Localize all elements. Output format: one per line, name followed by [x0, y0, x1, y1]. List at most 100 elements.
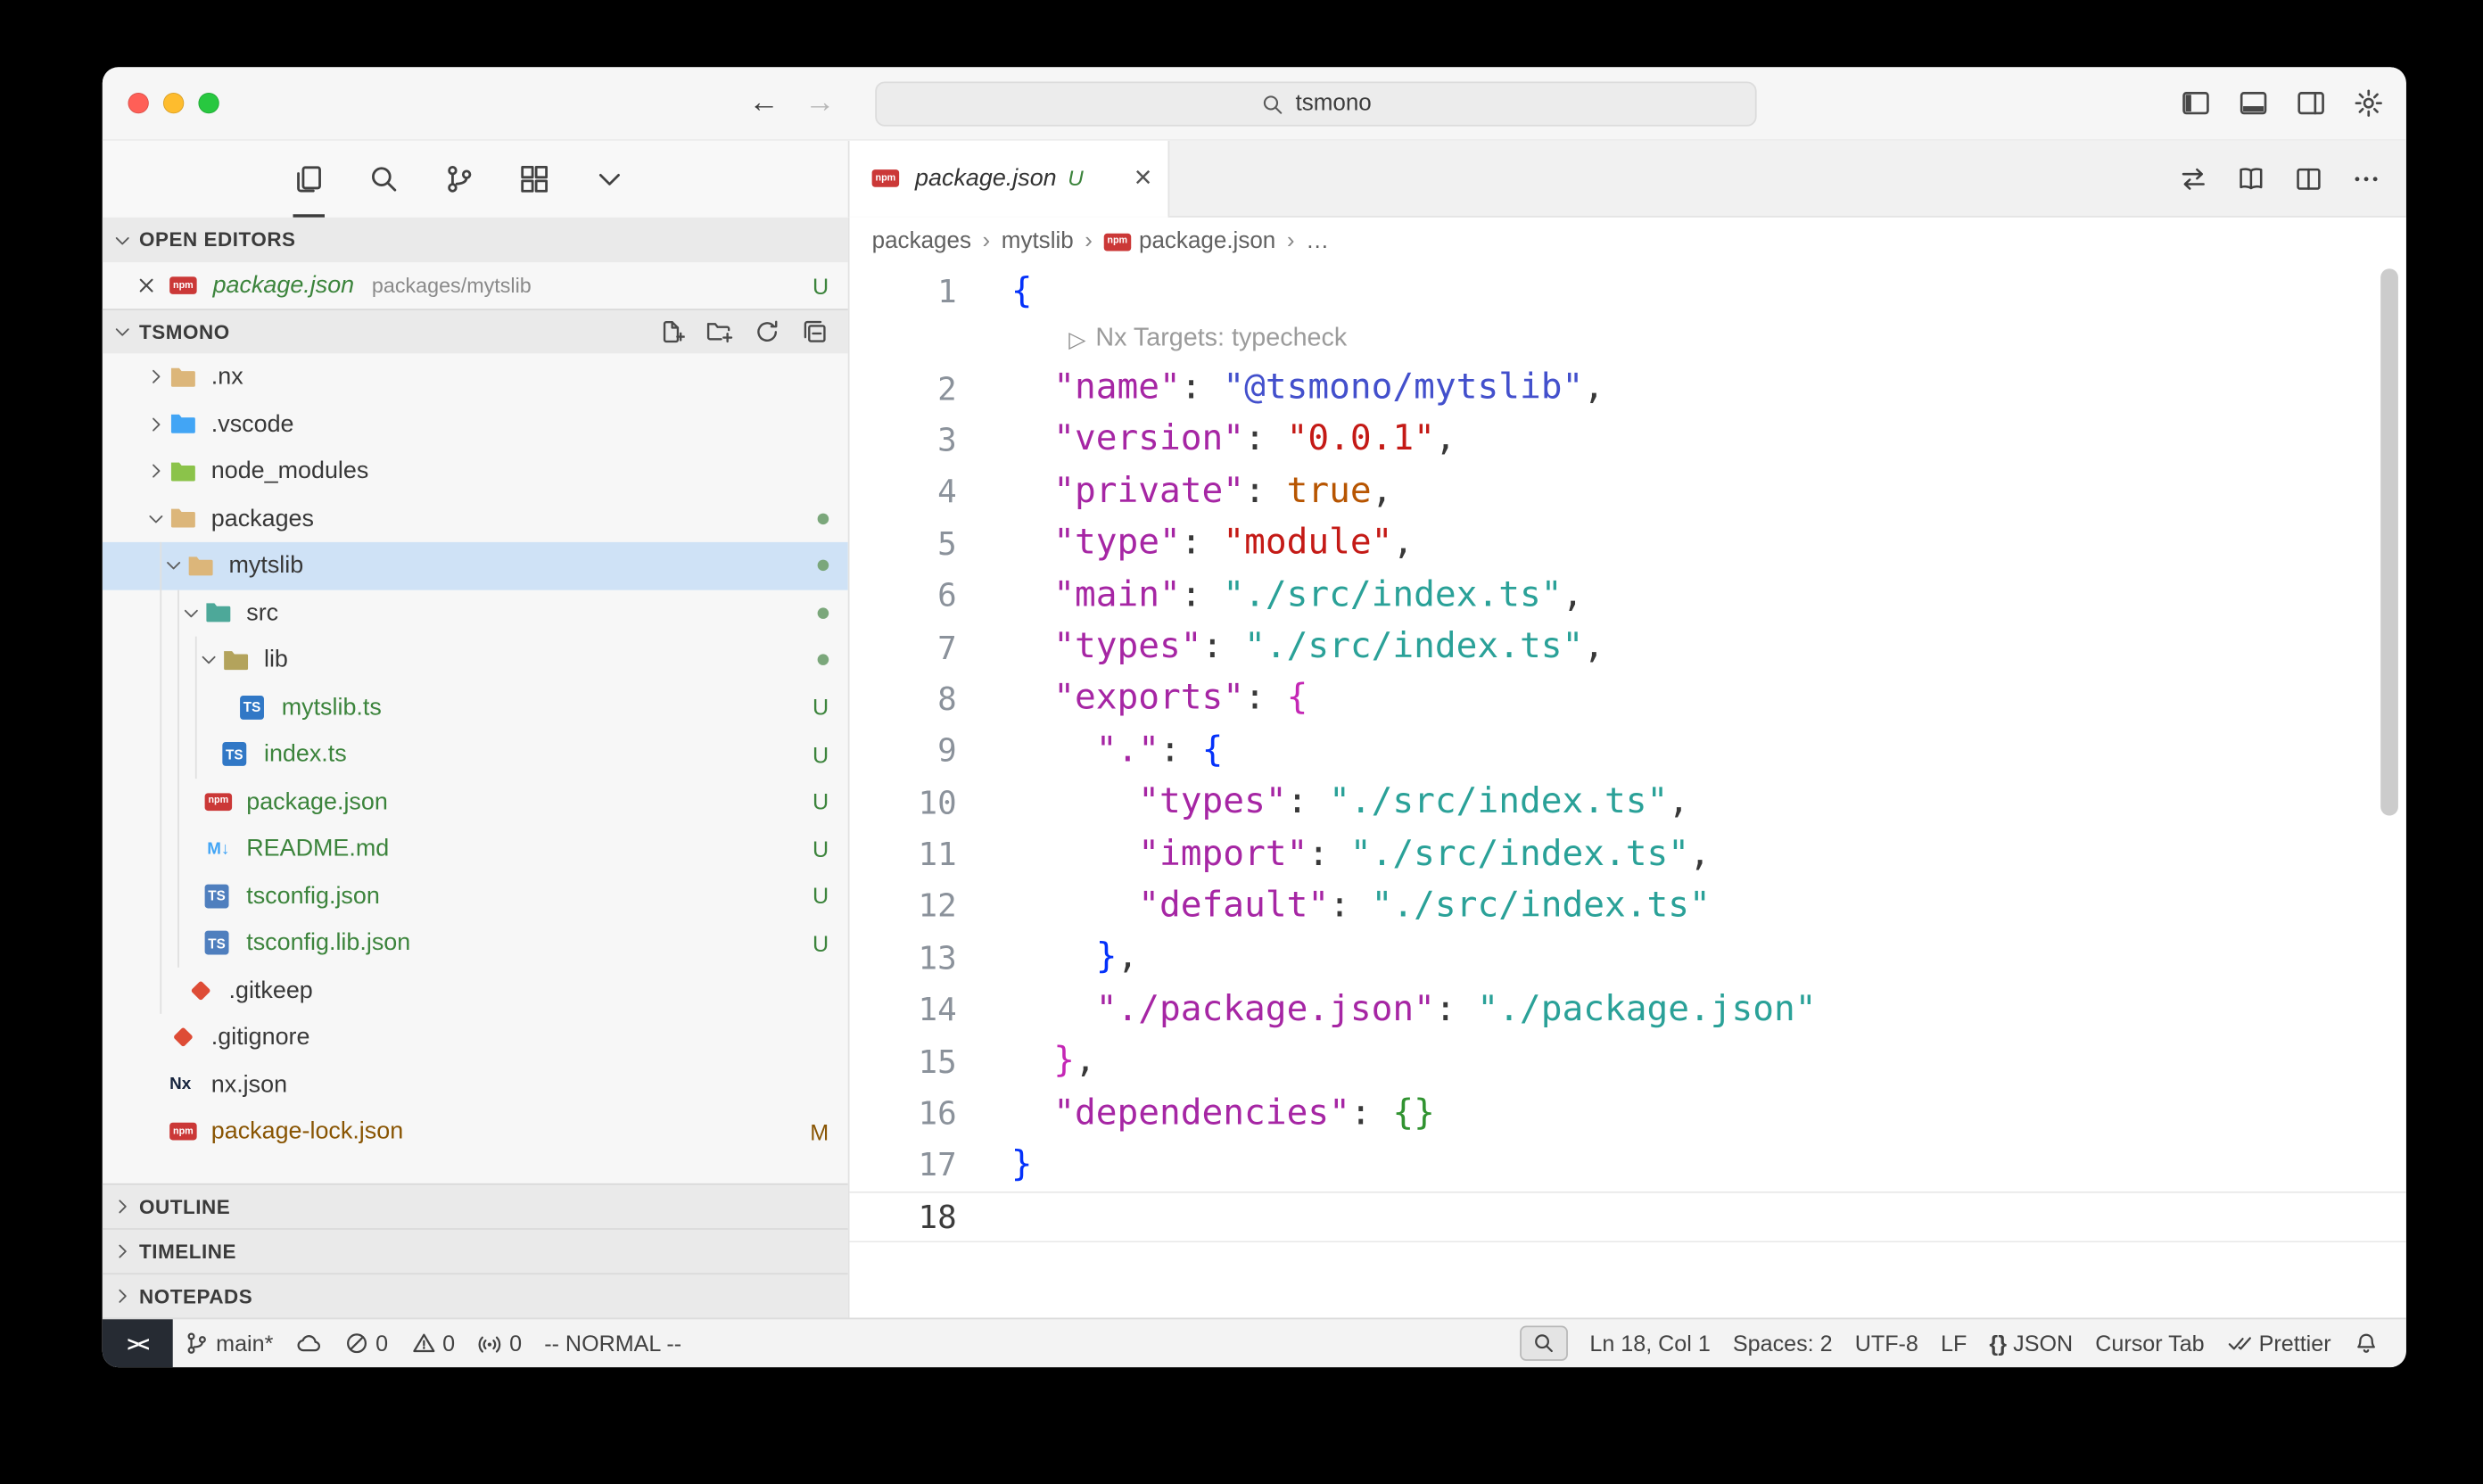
code-line-16[interactable]: 16 "dependencies": {}	[850, 1087, 2406, 1139]
tree-item-mytslib-ts[interactable]: TSmytslib.tsU	[103, 684, 848, 731]
titlebar-settings-gear-button[interactable]	[2354, 88, 2384, 119]
status-cursor-position[interactable]: Ln 18, Col 1	[1579, 1319, 1722, 1367]
close-window-button[interactable]	[128, 93, 149, 113]
open-editor-item[interactable]: npm package.json packages/mytslib U	[103, 262, 848, 309]
new-file-button[interactable]	[657, 318, 684, 345]
back-button[interactable]: ←	[749, 86, 780, 120]
explorer-section-header[interactable]: TSMONO	[103, 309, 848, 353]
more-button[interactable]	[2352, 164, 2380, 193]
tree-item-gitignore[interactable]: .gitignore	[103, 1014, 848, 1061]
code-line-18[interactable]: 18	[850, 1191, 2406, 1242]
close-tab-icon[interactable]: ×	[1134, 163, 1152, 194]
code-line-5[interactable]: 5 "type": "module",	[850, 517, 2406, 569]
tree-item-gitkeep[interactable]: .gitkeep	[103, 967, 848, 1014]
close-editor-icon[interactable]	[135, 274, 159, 298]
status-eol[interactable]: LF	[1929, 1319, 1977, 1367]
notepads-section-header[interactable]: NOTEPADS	[103, 1273, 848, 1317]
minimize-window-button[interactable]	[163, 93, 184, 113]
code-line-17[interactable]: 17}	[850, 1139, 2406, 1191]
tree-item-node-modules[interactable]: node_modules	[103, 448, 848, 495]
activity-item-extensions[interactable]	[518, 141, 550, 218]
activity-item-more-views[interactable]	[594, 141, 626, 218]
code-lens[interactable]: ▷Nx Targets: typecheck	[850, 317, 2406, 362]
command-center[interactable]: tsmono	[875, 81, 1756, 126]
status-cursor-tab[interactable]: Cursor Tab	[2084, 1319, 2215, 1367]
code-text: "exports": {	[957, 679, 1308, 719]
code-line-2[interactable]: 2 "name": "@tsmono/mytslib",	[850, 362, 2406, 414]
breadcrumb-item-item[interactable]: …	[1306, 228, 1329, 254]
activity-item-source-control[interactable]	[443, 141, 475, 218]
toolbar-row: npm package.json U ×	[103, 141, 2406, 218]
open-preview-button[interactable]	[2237, 164, 2265, 193]
code-line-6[interactable]: 6 "main": "./src/index.ts",	[850, 569, 2406, 621]
status-vim-mode[interactable]: -- NORMAL --	[533, 1319, 693, 1367]
code-line-11[interactable]: 11 "import": "./src/index.ts",	[850, 829, 2406, 880]
tree-item-lib[interactable]: lib	[103, 637, 848, 684]
code-line-7[interactable]: 7 "types": "./src/index.ts",	[850, 621, 2406, 672]
code-line-13[interactable]: 13 },	[850, 932, 2406, 984]
tree-item-packages[interactable]: packages	[103, 495, 848, 542]
breadcrumb-item-mytslib[interactable]: mytslib	[1002, 228, 1074, 254]
editor-actions	[2179, 141, 2406, 216]
open-changes-button[interactable]	[2179, 164, 2207, 193]
breadcrumb-item-packages[interactable]: packages	[872, 228, 971, 254]
titlebar-layout-sidebar-right-button[interactable]	[2296, 88, 2326, 119]
code-line-14[interactable]: 14 "./package.json": "./package.json"	[850, 984, 2406, 1035]
status-formatter[interactable]: Prettier	[2215, 1319, 2342, 1367]
tab-package-json[interactable]: npm package.json U ×	[850, 141, 1170, 216]
line-number: 2	[850, 368, 957, 407]
tree-item-mytslib[interactable]: mytslib	[103, 542, 848, 589]
warning-icon	[410, 1331, 436, 1356]
refresh-button[interactable]	[754, 318, 780, 345]
tree-item-readme-md[interactable]: M↓README.mdU	[103, 825, 848, 872]
collapse-all-button[interactable]	[802, 318, 829, 345]
code-line-10[interactable]: 10 "types": "./src/index.ts",	[850, 777, 2406, 829]
outline-section-header[interactable]: OUTLINE	[103, 1183, 848, 1228]
indent-guide	[195, 637, 197, 779]
zoom-window-button[interactable]	[198, 93, 219, 113]
status-ports[interactable]: 0	[466, 1319, 533, 1367]
open-editors-title: OPEN EDITORS	[139, 228, 296, 251]
timeline-section-header[interactable]: TIMELINE	[103, 1228, 848, 1273]
status-indentation[interactable]: Spaces: 2	[1721, 1319, 1844, 1367]
code-line-3[interactable]: 3 "version": "0.0.1",	[850, 414, 2406, 466]
code-line-4[interactable]: 4 "private": true,	[850, 466, 2406, 517]
activity-item-search[interactable]	[368, 141, 400, 218]
tree-item-src[interactable]: src	[103, 589, 848, 637]
tree-item-nx[interactable]: .nx	[103, 353, 848, 400]
tree-item-tsconfig-lib-json[interactable]: TStsconfig.lib.jsonU	[103, 919, 848, 967]
open-editors-header[interactable]: OPEN EDITORS	[103, 218, 848, 262]
tree-item-package-json[interactable]: npmpackage.jsonU	[103, 778, 848, 825]
new-folder-button[interactable]	[705, 318, 732, 345]
status-warnings[interactable]: 0	[400, 1319, 466, 1367]
tree-item-index-ts[interactable]: TSindex.tsU	[103, 730, 848, 778]
code-line-1[interactable]: 1{	[850, 266, 2406, 317]
activity-item-explorer[interactable]	[293, 141, 325, 218]
cloud-icon	[295, 1331, 321, 1356]
code-line-12[interactable]: 12 "default": "./src/index.ts"	[850, 880, 2406, 932]
remote-indicator[interactable]: ><	[103, 1319, 173, 1367]
status-errors[interactable]: 0	[333, 1319, 400, 1367]
status-publish[interactable]	[285, 1319, 333, 1367]
titlebar-layout-sidebar-left-button[interactable]	[2181, 88, 2211, 119]
breadcrumb-item-package-json[interactable]: npmpackage.json	[1104, 228, 1276, 254]
editor-scrollbar[interactable]	[2380, 268, 2398, 815]
tree-item-vscode[interactable]: .vscode	[103, 400, 848, 448]
tree-item-package-lock-json[interactable]: npmpackage-lock.jsonM	[103, 1109, 848, 1156]
status-notifications[interactable]	[2342, 1319, 2390, 1367]
code-line-9[interactable]: 9 ".": {	[850, 724, 2406, 776]
code-area[interactable]: 1{▷Nx Targets: typecheck2 "name": "@tsmo…	[850, 266, 2406, 1318]
split-editor-button[interactable]	[2294, 164, 2322, 193]
files-icon	[293, 163, 325, 195]
status-encoding[interactable]: UTF-8	[1844, 1319, 1929, 1367]
status-git-branch[interactable]: main*	[173, 1319, 285, 1367]
tree-item-nx-json[interactable]: Nxnx.json	[103, 1061, 848, 1109]
tab-label: package.json	[915, 165, 1057, 192]
tree-item-tsconfig-json[interactable]: TStsconfig.jsonU	[103, 872, 848, 919]
status-zoom-indicator[interactable]	[1508, 1319, 1579, 1367]
forward-button[interactable]: →	[804, 86, 835, 120]
code-line-8[interactable]: 8 "exports": {	[850, 672, 2406, 724]
code-line-15[interactable]: 15 },	[850, 1035, 2406, 1087]
titlebar-layout-panel-button[interactable]	[2239, 88, 2269, 119]
status-language-mode[interactable]: {}JSON	[1978, 1319, 2084, 1367]
